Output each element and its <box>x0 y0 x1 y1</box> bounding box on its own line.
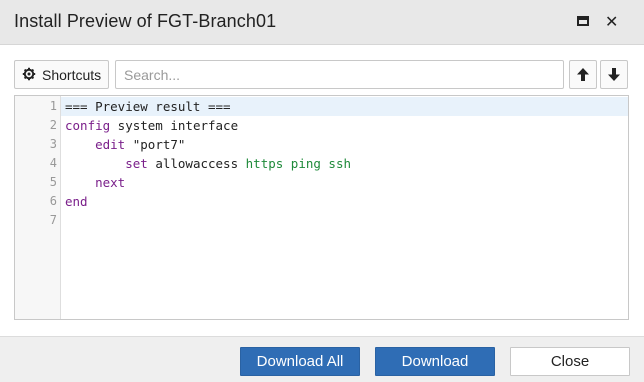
code-token: set <box>125 156 148 171</box>
line-number: 7 <box>49 213 57 227</box>
title-bar: Install Preview of FGT-Branch01 ✕ <box>0 0 644 45</box>
code-token: https ping ssh <box>245 156 351 171</box>
install-preview-dialog: Install Preview of FGT-Branch01 ✕ Shortc… <box>0 0 644 382</box>
line-number: 6 <box>49 194 57 208</box>
code-editor[interactable]: 1 === Preview result === 2 config system in… <box>14 95 629 320</box>
arrow-down-icon <box>608 68 620 81</box>
line-code: end <box>65 192 88 211</box>
code-line: 6 end <box>15 192 628 211</box>
line-code: next <box>65 173 125 192</box>
code-line: 5 next <box>15 173 628 192</box>
line-code: config system interface <box>65 116 238 135</box>
code-token: === Preview result === <box>65 99 231 114</box>
dialog-title: Install Preview of FGT-Branch01 <box>14 11 277 31</box>
code-token: config <box>65 118 111 133</box>
line-code: set allowaccess https ping ssh <box>65 154 351 173</box>
line-number: 3 <box>49 137 57 151</box>
next-match-button[interactable] <box>600 60 628 89</box>
close-icon[interactable]: ✕ <box>605 12 623 31</box>
code-token: end <box>65 194 88 209</box>
code-token: system interface <box>110 118 239 133</box>
shortcuts-button[interactable]: Shortcuts <box>14 60 109 89</box>
search-input[interactable] <box>115 60 564 89</box>
line-number: 5 <box>49 175 57 189</box>
line-number: 4 <box>49 156 57 170</box>
code-token: edit <box>95 137 126 152</box>
line-code: edit "port7" <box>65 135 185 154</box>
line-number: 2 <box>49 118 57 132</box>
code-token: next <box>95 175 126 190</box>
download-all-button[interactable]: Download All <box>240 347 360 376</box>
shortcuts-label: Shortcuts <box>42 67 102 83</box>
code-line: 1 === Preview result === <box>15 97 628 116</box>
settings-icon <box>22 67 36 81</box>
code-lines: 1 === Preview result === 2 config system in… <box>15 97 628 230</box>
code-line: 4 set allowaccess https ping ssh <box>15 154 628 173</box>
close-button[interactable]: Close <box>510 347 630 376</box>
code-line: 2 config system interface <box>15 116 628 135</box>
line-number: 1 <box>49 99 57 113</box>
dialog-footer: Download All Download Close <box>0 336 644 382</box>
code-token: "port7" <box>125 137 186 152</box>
maximize-icon[interactable] <box>575 13 593 31</box>
line-code: === Preview result === <box>65 97 231 116</box>
code-line: 7 <box>15 211 628 230</box>
previous-match-button[interactable] <box>569 60 597 89</box>
code-token: allowaccess <box>147 156 246 171</box>
code-line: 3 edit "port7" <box>15 135 628 154</box>
arrow-up-icon <box>577 68 589 81</box>
download-button[interactable]: Download <box>375 347 495 376</box>
